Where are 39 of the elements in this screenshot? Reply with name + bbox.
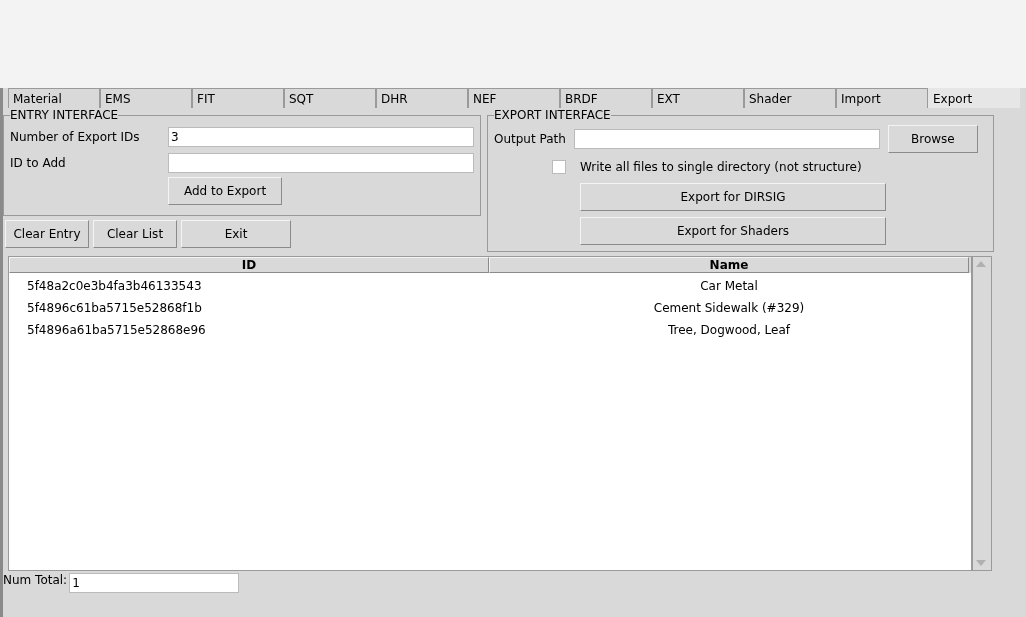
input-field[interactable]: 3	[168, 127, 474, 147]
tab[interactable]: FIT	[192, 88, 284, 108]
panel-title: EXPORT INTERFACE	[494, 108, 611, 122]
action-button[interactable]: Exit	[181, 220, 291, 248]
field-label: Output Path	[494, 132, 566, 146]
tab[interactable]: Shader	[744, 88, 836, 108]
tab[interactable]: NEF	[468, 88, 560, 108]
tab[interactable]: BRDF	[560, 88, 652, 108]
table-cell: Car Metal	[700, 279, 758, 293]
tab[interactable]: Material	[8, 88, 100, 108]
add-to-export-button[interactable]: Add to Export	[168, 177, 282, 205]
export-button[interactable]: Export for Shaders	[580, 217, 886, 245]
tab[interactable]: SQT	[284, 88, 376, 108]
export-button[interactable]: Export for DIRSIG	[580, 183, 886, 211]
table-cell: Cement Sidewalk (#329)	[653, 301, 805, 315]
field-label: Num Total:	[3, 573, 68, 587]
panel-title: ENTRY INTERFACE	[10, 108, 119, 122]
table-cell: 5f4896c61ba5715e52868f1b	[27, 301, 202, 315]
scrollbar[interactable]	[972, 256, 992, 571]
table-cell: Tree, Dogwood, Leaf	[668, 323, 790, 337]
input-field[interactable]	[168, 153, 474, 173]
checkbox[interactable]	[552, 160, 566, 174]
tab[interactable]: Export	[928, 88, 1020, 108]
column-header[interactable]: Name	[489, 257, 969, 273]
action-button[interactable]: Clear Entry	[5, 220, 89, 248]
browse-button[interactable]: Browse	[887, 125, 978, 153]
tab[interactable]: EMS	[100, 88, 192, 108]
tab[interactable]: DHR	[376, 88, 468, 108]
action-button[interactable]: Clear List	[93, 220, 177, 248]
column-header[interactable]: ID	[9, 257, 489, 273]
num-total-field[interactable]: 1	[69, 573, 240, 593]
table-cell: 5f4896a61ba5715e52868e96	[27, 323, 206, 337]
checkbox-label: Write all files to single directory (not structure)	[580, 160, 862, 174]
field-label: Number of Export IDs	[10, 130, 141, 144]
output-path-field[interactable]	[573, 129, 880, 149]
table-cell: 5f48a2c0e3b4fa3b46133543	[27, 279, 202, 293]
tab[interactable]: EXT	[652, 88, 744, 108]
tab[interactable]: Import	[836, 88, 928, 108]
field-label: ID to Add	[10, 156, 67, 170]
